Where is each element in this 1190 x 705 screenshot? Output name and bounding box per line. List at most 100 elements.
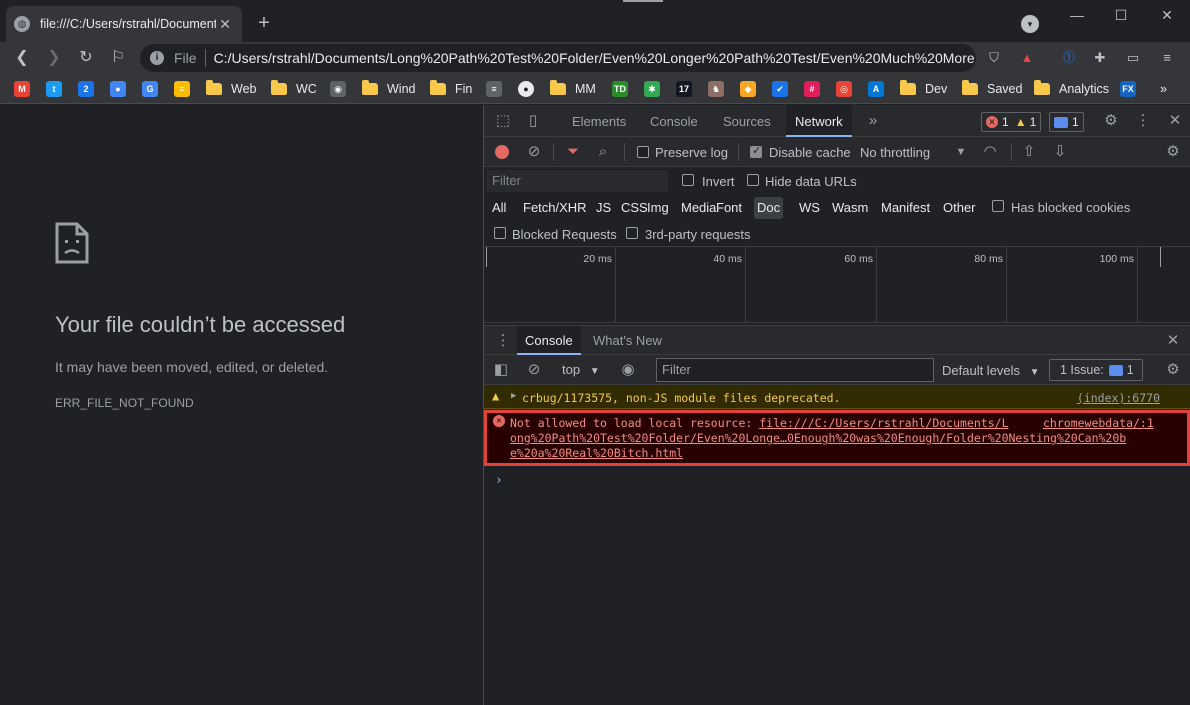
bookmark-icon[interactable]: ⚐ bbox=[106, 46, 130, 70]
bookmark-target[interactable]: ◎ bbox=[836, 80, 852, 98]
error-link-part-1[interactable]: file:///C:/Users/rstrahl/Documents/L bbox=[759, 416, 1008, 430]
bookmark-mm[interactable]: MM bbox=[550, 80, 596, 98]
expand-triangle-icon[interactable]: ▶ bbox=[511, 391, 516, 401]
network-settings-icon[interactable]: ⚙ bbox=[1163, 142, 1183, 162]
maximize-button[interactable]: ☐ bbox=[1109, 4, 1133, 26]
network-filter-input[interactable]: Filter bbox=[486, 170, 668, 192]
blocked-requests-checkbox[interactable] bbox=[494, 227, 506, 239]
extensions-icon[interactable]: ✚ bbox=[1091, 49, 1109, 67]
password-manager-icon[interactable]: ⓵ bbox=[1060, 49, 1078, 67]
close-tab-icon[interactable]: ✕ bbox=[216, 15, 234, 33]
console-prompt[interactable]: › bbox=[495, 473, 503, 488]
bookmark-wc[interactable]: WC bbox=[271, 80, 317, 98]
reload-icon[interactable]: ↻ bbox=[74, 46, 98, 70]
type-filter-img[interactable]: Img bbox=[644, 197, 672, 219]
type-filter-js[interactable]: JS bbox=[593, 197, 614, 219]
tab-elements[interactable]: Elements bbox=[563, 105, 635, 137]
back-arrow-icon[interactable]: ❮ bbox=[10, 46, 34, 70]
bookmark-horse[interactable]: ♞ bbox=[708, 80, 724, 98]
bookmark-azure[interactable]: A bbox=[868, 80, 884, 98]
close-drawer-icon[interactable]: ✕ bbox=[1163, 331, 1183, 351]
clear-console-icon[interactable]: ⊘ bbox=[524, 360, 544, 380]
bookmark-doc[interactable]: ≡ bbox=[486, 80, 502, 98]
url-text[interactable]: C:/Users/rstrahl/Documents/Long%20Path%2… bbox=[214, 50, 974, 66]
minimize-button[interactable]: — bbox=[1065, 4, 1089, 26]
wallet-icon[interactable]: ▭ bbox=[1124, 49, 1142, 67]
bookmark-twitter[interactable]: t bbox=[46, 80, 62, 98]
close-devtools-icon[interactable]: ✕ bbox=[1165, 111, 1185, 131]
console-error-message[interactable]: ✕ Not allowed to load local resource: fi… bbox=[484, 410, 1190, 466]
type-filter-wasm[interactable]: Wasm bbox=[829, 197, 871, 219]
live-expression-eye-icon[interactable]: ◉ bbox=[618, 360, 638, 380]
window-close-button[interactable]: ✕ bbox=[1155, 4, 1179, 26]
browser-tab[interactable]: ◍ file:///C:/Users/rstrahl/Documents/Lon… bbox=[6, 6, 242, 42]
bookmark-notes[interactable]: ≡ bbox=[174, 80, 190, 98]
throttling-select[interactable]: No throttling bbox=[860, 145, 930, 160]
context-selector[interactable]: top ▼ bbox=[562, 360, 600, 380]
warning-source-link[interactable]: (index):6770 bbox=[1077, 391, 1160, 405]
bookmark-calendar[interactable]: 2 bbox=[78, 80, 94, 98]
third-party-checkbox[interactable] bbox=[626, 227, 638, 239]
issues-button[interactable]: 1 Issue: 1 bbox=[1049, 359, 1143, 381]
search-icon[interactable]: ⌕ bbox=[593, 142, 613, 162]
console-filter-input[interactable]: Filter bbox=[656, 358, 934, 382]
has-blocked-cookies-checkbox[interactable] bbox=[992, 200, 1004, 212]
tab-sources[interactable]: Sources bbox=[714, 105, 780, 137]
type-filter-font[interactable]: Font bbox=[713, 197, 745, 219]
brave-rewards-icon[interactable]: ▲ bbox=[1018, 49, 1036, 67]
tab-search-icon[interactable]: ▾ bbox=[1021, 15, 1039, 33]
type-filter-all[interactable]: All bbox=[489, 197, 509, 219]
more-tabs-icon[interactable]: » bbox=[863, 111, 883, 131]
device-toolbar-icon[interactable]: ▯ bbox=[523, 111, 543, 131]
inspect-element-icon[interactable]: ⬚ bbox=[493, 111, 513, 131]
address-bar[interactable]: i File C:/Users/rstrahl/Documents/Long%2… bbox=[140, 44, 976, 72]
record-icon[interactable] bbox=[495, 145, 509, 159]
type-filter-other[interactable]: Other bbox=[940, 197, 979, 219]
console-settings-icon[interactable]: ⚙ bbox=[1163, 360, 1183, 380]
bookmark-saved[interactable]: Saved bbox=[962, 80, 1022, 98]
new-tab-button[interactable]: + bbox=[253, 12, 275, 34]
drawer-tab-whats-new[interactable]: What's New bbox=[585, 326, 670, 355]
forward-arrow-icon[interactable]: ❯ bbox=[42, 46, 66, 70]
preserve-log-checkbox[interactable] bbox=[637, 146, 649, 158]
brave-shield-icon[interactable]: ⛉ bbox=[985, 49, 1003, 67]
bookmark-wind[interactable]: Wind bbox=[362, 80, 415, 98]
error-link-part-2[interactable]: ong%20Path%20Test%20Folder/Even%20Longe…… bbox=[510, 431, 1126, 445]
tab-network[interactable]: Network bbox=[786, 105, 852, 137]
bookmark-translate[interactable]: G bbox=[142, 80, 158, 98]
bookmark-contacts[interactable]: ● bbox=[110, 80, 126, 98]
sidebar-toggle-icon[interactable]: ◧ bbox=[491, 360, 511, 380]
chevron-down-icon[interactable]: ▼ bbox=[951, 142, 971, 162]
network-conditions-icon[interactable]: ◠ bbox=[980, 142, 1000, 162]
bookmark-dev[interactable]: Dev bbox=[900, 80, 947, 98]
type-filter-ws[interactable]: WS bbox=[796, 197, 823, 219]
info-icon[interactable]: i bbox=[150, 51, 164, 65]
bookmark-leaf[interactable]: ✱ bbox=[644, 80, 660, 98]
disable-cache-checkbox[interactable] bbox=[750, 144, 762, 158]
bookmark-slack[interactable]: # bbox=[804, 80, 820, 98]
bookmark-td[interactable]: TD bbox=[612, 80, 628, 98]
bookmark-analytics[interactable]: Analytics bbox=[1034, 80, 1109, 98]
bookmark-gmail[interactable]: M bbox=[14, 80, 30, 98]
type-filter-manifest[interactable]: Manifest bbox=[878, 197, 933, 219]
kebab-menu-icon[interactable]: ⋮ bbox=[1133, 111, 1153, 131]
import-har-icon[interactable]: ⇧ bbox=[1019, 142, 1039, 162]
drawer-tab-console[interactable]: Console bbox=[517, 326, 581, 355]
invert-checkbox[interactable] bbox=[682, 174, 694, 186]
menu-icon[interactable]: ≡ bbox=[1158, 49, 1176, 67]
bookmark-tradingview[interactable]: 17 bbox=[676, 80, 692, 98]
bookmark-fin[interactable]: Fin bbox=[430, 80, 472, 98]
log-levels-select[interactable]: Default levels ▼ bbox=[942, 363, 1040, 378]
tab-console[interactable]: Console bbox=[641, 105, 707, 137]
filter-funnel-icon[interactable]: ⏷ bbox=[563, 142, 583, 162]
hide-data-urls-checkbox[interactable] bbox=[747, 174, 759, 186]
type-filter-doc[interactable]: Doc bbox=[754, 197, 784, 219]
bookmark-diamond[interactable]: ◆ bbox=[740, 80, 756, 98]
bookmark-check[interactable]: ✔ bbox=[772, 80, 788, 98]
bookmarks-overflow-icon[interactable]: » bbox=[1160, 80, 1167, 98]
error-source-link[interactable]: chromewebdata/:1 bbox=[1043, 416, 1154, 430]
settings-gear-icon[interactable]: ⚙ bbox=[1101, 111, 1121, 131]
network-overview-timeline[interactable]: 20 ms 40 ms 60 ms 80 ms 100 ms bbox=[484, 247, 1190, 323]
info-counter[interactable]: 1 bbox=[1049, 112, 1084, 132]
bookmark-fx[interactable]: FX bbox=[1120, 80, 1136, 98]
